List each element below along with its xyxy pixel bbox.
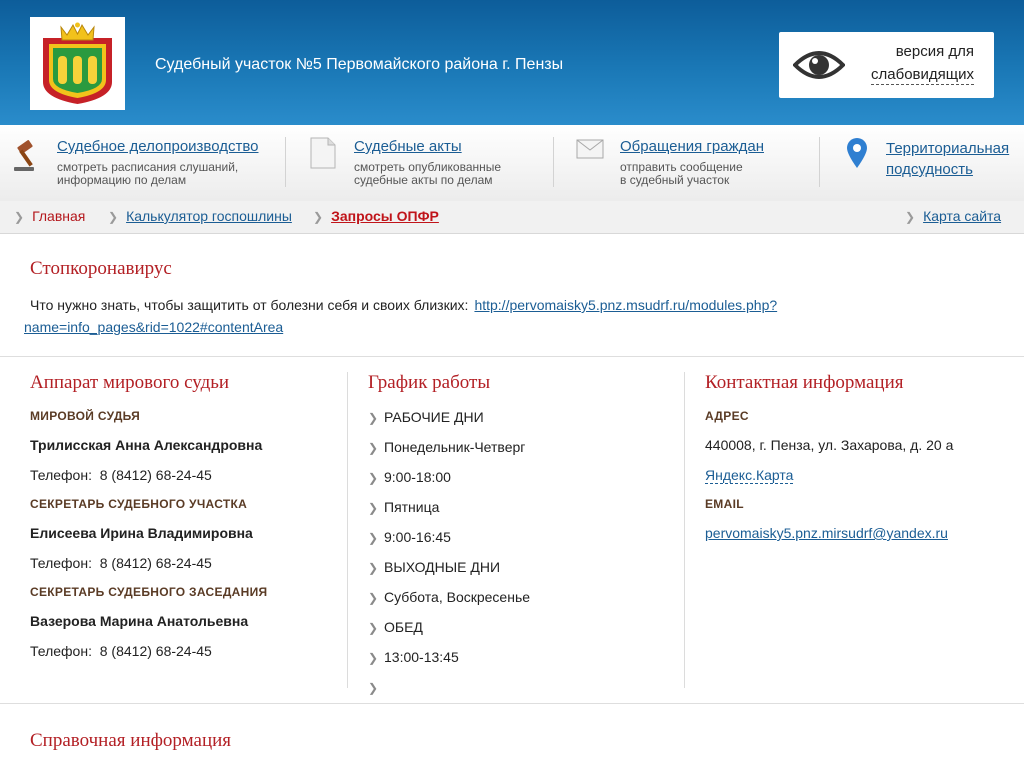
divider	[347, 372, 348, 688]
service-jurisdiction: Территориальная подсудность	[820, 125, 1024, 201]
jurisdiction-link[interactable]: Территориальная подсудность	[886, 138, 1009, 180]
covid-notice: Что нужно знать, чтобы защитить от болез…	[24, 294, 790, 338]
chevron-right-icon: ❯	[368, 501, 379, 515]
chevron-right-icon: ❯	[368, 411, 379, 425]
low-vision-version-button[interactable]: версия для слабовидящих	[779, 32, 994, 98]
divider	[0, 356, 1024, 357]
address-label: АДРЕС	[705, 409, 749, 423]
chevron-right-icon: ❯	[368, 441, 379, 455]
citizen-appeals-link[interactable]: Обращения граждан	[620, 138, 764, 155]
citizen-appeals-desc: отправить сообщение в судебный участок	[620, 160, 743, 187]
chevron-right-icon: ❯	[368, 681, 379, 695]
schedule-item: ❯	[368, 679, 384, 695]
document-icon	[310, 137, 336, 169]
divider	[684, 372, 685, 688]
covid-text: Что нужно знать, чтобы защитить от болез…	[30, 297, 469, 313]
schedule-item: ❯ 13:00-13:45	[368, 649, 459, 665]
jurisdiction-link-line1: Территориальная	[886, 140, 1010, 157]
services-nav: Судебное делопроизводство смотреть распи…	[0, 125, 1024, 202]
site-title: Судебный участок №5 Первомайского района…	[155, 56, 564, 73]
court-records-desc: смотреть расписания слушаний, информацию …	[57, 160, 239, 187]
court-acts-desc: смотреть опубликованные судебные акты по …	[354, 160, 502, 187]
phone-line: Телефон: 8 (8412) 68-24-45	[30, 643, 212, 659]
site-header: Судебный участок №5 Первомайского района…	[0, 0, 1024, 125]
phone-line: Телефон: 8 (8412) 68-24-45	[30, 467, 212, 483]
role-judge: МИРОВОЙ СУДЬЯ	[30, 409, 141, 423]
schedule-item: ❯ 9:00-16:45	[368, 529, 451, 545]
service-citizen-appeals: Обращения граждан отправить сообщение в с…	[554, 125, 819, 201]
divider	[0, 703, 1024, 704]
chevron-right-icon: ❯	[368, 531, 379, 545]
chevron-right-icon: ❯	[368, 621, 379, 635]
schedule-title: График работы	[368, 372, 491, 393]
chevron-right-icon: ❯	[368, 561, 379, 575]
low-vision-label: версия для слабовидящих	[871, 43, 974, 85]
chevron-right-icon: ❯	[14, 210, 25, 224]
court-records-link[interactable]: Судебное делопроизводство	[57, 138, 259, 155]
yandex-map-link[interactable]: Яндекс.Карта	[705, 467, 794, 484]
eye-icon	[793, 51, 845, 79]
person-name: Вазерова Марина Анатольевна	[30, 613, 249, 629]
service-court-records: Судебное делопроизводство смотреть распи…	[0, 125, 285, 201]
chevron-right-icon: ❯	[905, 210, 916, 224]
covid-title: Стопкоронавирус	[30, 258, 172, 279]
schedule-item: ❯ Понедельник-Четверг	[368, 439, 526, 455]
envelope-icon	[576, 139, 604, 159]
schedule-item: ❯ 9:00-18:00	[368, 469, 451, 485]
breadcrumb-calculator[interactable]: ❯ Калькулятор госпошлины	[108, 208, 292, 224]
breadcrumb-home[interactable]: ❯ Главная	[14, 208, 85, 224]
contact-title: Контактная информация	[705, 372, 904, 393]
staff-title: Аппарат мирового судьи	[30, 372, 230, 393]
address-value: 440008, г. Пенза, ул. Захарова, д. 20 а	[705, 437, 954, 453]
email-label: EMAIL	[705, 497, 744, 511]
court-acts-link[interactable]: Судебные акты	[354, 138, 462, 155]
chevron-right-icon: ❯	[368, 591, 379, 605]
chevron-right-icon: ❯	[368, 651, 379, 665]
coat-of-arms-icon[interactable]	[30, 17, 125, 110]
gavel-icon	[14, 140, 34, 171]
chevron-right-icon: ❯	[108, 210, 119, 224]
chevron-right-icon: ❯	[313, 210, 324, 224]
breadcrumb-current[interactable]: ❯ Запросы ОПФР	[313, 208, 439, 224]
person-name: Трилисская Анна Александровна	[30, 437, 263, 453]
service-court-acts: Судебные акты смотреть опубликованные суд…	[286, 125, 553, 201]
email-link[interactable]: pervomaisky5.pnz.mirsudrf@yandex.ru	[705, 525, 948, 541]
schedule-item: ❯ Пятница	[368, 499, 440, 515]
schedule-item: ❯ ВЫХОДНЫЕ ДНИ	[368, 559, 501, 575]
breadcrumb-sitemap[interactable]: ❯ Карта сайта	[905, 208, 1001, 224]
schedule-item: ❯ ОБЕД	[368, 619, 423, 635]
phone-line: Телефон: 8 (8412) 68-24-45	[30, 555, 212, 571]
role-secretary-session: СЕКРЕТАРЬ СУДЕБНОГО ЗАСЕДАНИЯ	[30, 585, 268, 599]
map-pin-icon	[847, 138, 867, 168]
person-name: Елисеева Ирина Владимировна	[30, 525, 253, 541]
reference-title: Справочная информация	[30, 730, 232, 751]
breadcrumb: ❯ Главная ❯ Калькулятор госпошлины ❯ Запрос…	[0, 201, 1024, 234]
schedule-item: ❯ РАБОЧИЕ ДНИ	[368, 409, 484, 425]
role-secretary-precinct: СЕКРЕТАРЬ СУДЕБНОГО УЧАСТКА	[30, 497, 248, 511]
schedule-item: ❯ Суббота, Воскресенье	[368, 589, 531, 605]
jurisdiction-link-line2: подсудность	[886, 161, 973, 178]
chevron-right-icon: ❯	[368, 471, 379, 485]
